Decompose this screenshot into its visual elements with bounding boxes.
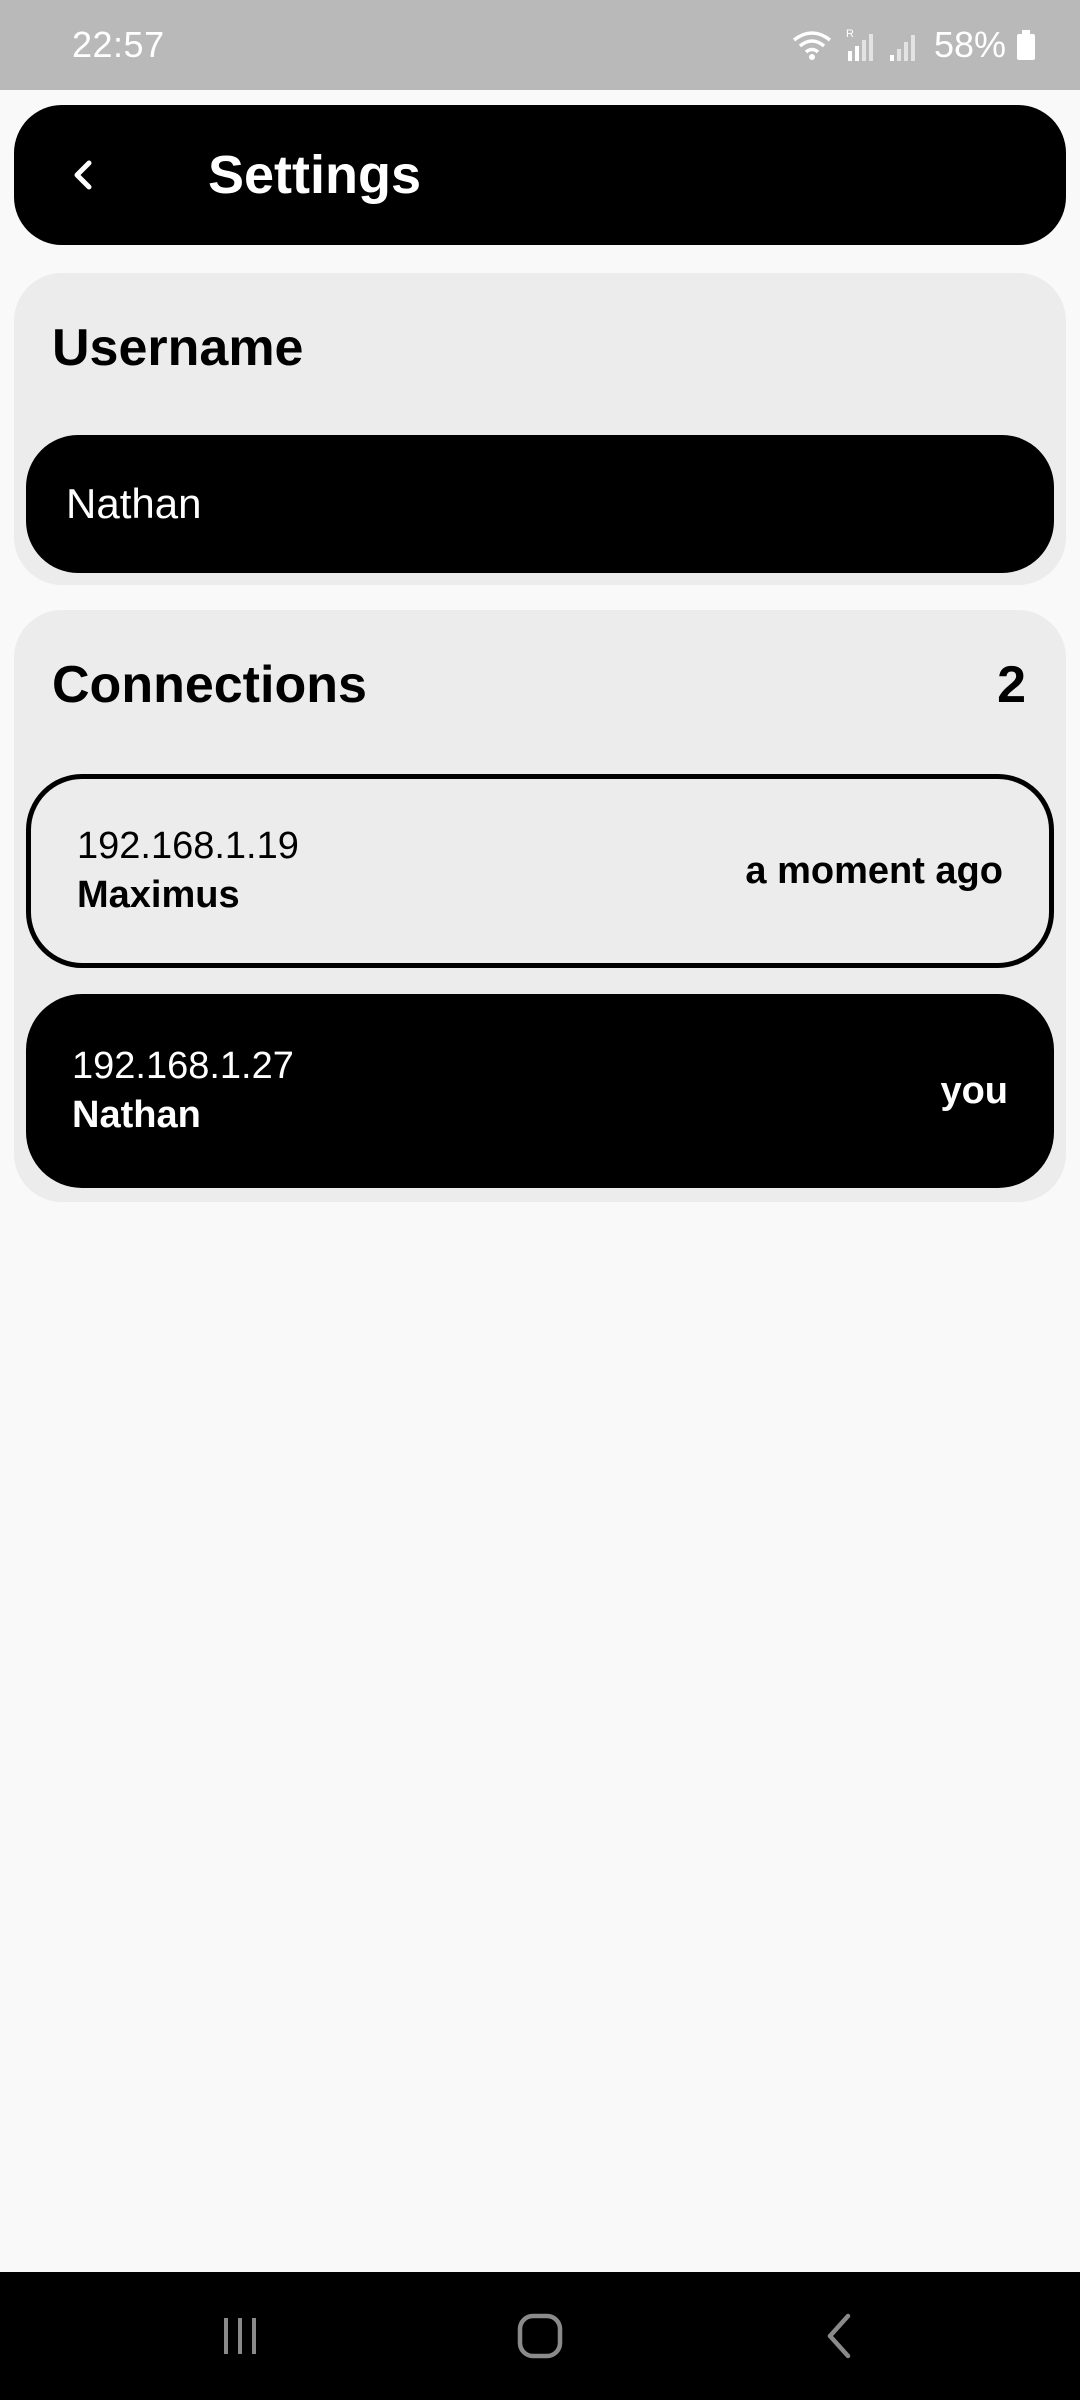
- username-card: Username Nathan: [14, 273, 1066, 585]
- signal-roaming-icon: R: [846, 28, 873, 61]
- connection-name: Nathan: [72, 1094, 201, 1136]
- connection-status: you: [940, 1069, 1008, 1112]
- back-button[interactable]: [14, 105, 154, 245]
- battery-icon: [1017, 30, 1035, 60]
- back-icon: [827, 2313, 851, 2359]
- status-icons: R 58%: [790, 24, 1036, 66]
- svg-text:R: R: [846, 28, 854, 40]
- wifi-icon: [792, 31, 832, 60]
- system-nav-bar: [0, 2272, 1080, 2400]
- connections-heading: Connections: [52, 656, 367, 714]
- battery-percentage: 58%: [933, 24, 1006, 65]
- recent-apps-icon: [224, 2318, 256, 2354]
- recent-apps-button[interactable]: [180, 2286, 300, 2386]
- home-icon: [517, 2313, 563, 2359]
- username-input[interactable]: Nathan: [26, 435, 1054, 573]
- nav-back-button[interactable]: [780, 2286, 900, 2386]
- connection-name: Maximus: [77, 874, 240, 916]
- connections-count: 2: [997, 656, 1026, 714]
- connections-card: Connections 2 192.168.1.19 Maximus a mom…: [14, 610, 1066, 1202]
- home-button[interactable]: [480, 2286, 600, 2386]
- status-time: 22:57: [72, 24, 165, 65]
- connection-item[interactable]: 192.168.1.27 Nathan you: [26, 994, 1054, 1188]
- status-bar: 22:57 R 58%: [0, 0, 1080, 90]
- connection-status: a moment ago: [745, 849, 1003, 892]
- username-heading: Username: [52, 319, 304, 377]
- connection-ip: 192.168.1.19: [77, 825, 299, 867]
- page-title: Settings: [208, 145, 422, 205]
- connection-ip: 192.168.1.27: [72, 1045, 294, 1087]
- connection-item[interactable]: 192.168.1.19 Maximus a moment ago: [26, 774, 1054, 968]
- chevron-left-icon: [74, 160, 92, 190]
- app-bar: Settings: [14, 105, 1066, 245]
- signal-icon: [889, 35, 915, 61]
